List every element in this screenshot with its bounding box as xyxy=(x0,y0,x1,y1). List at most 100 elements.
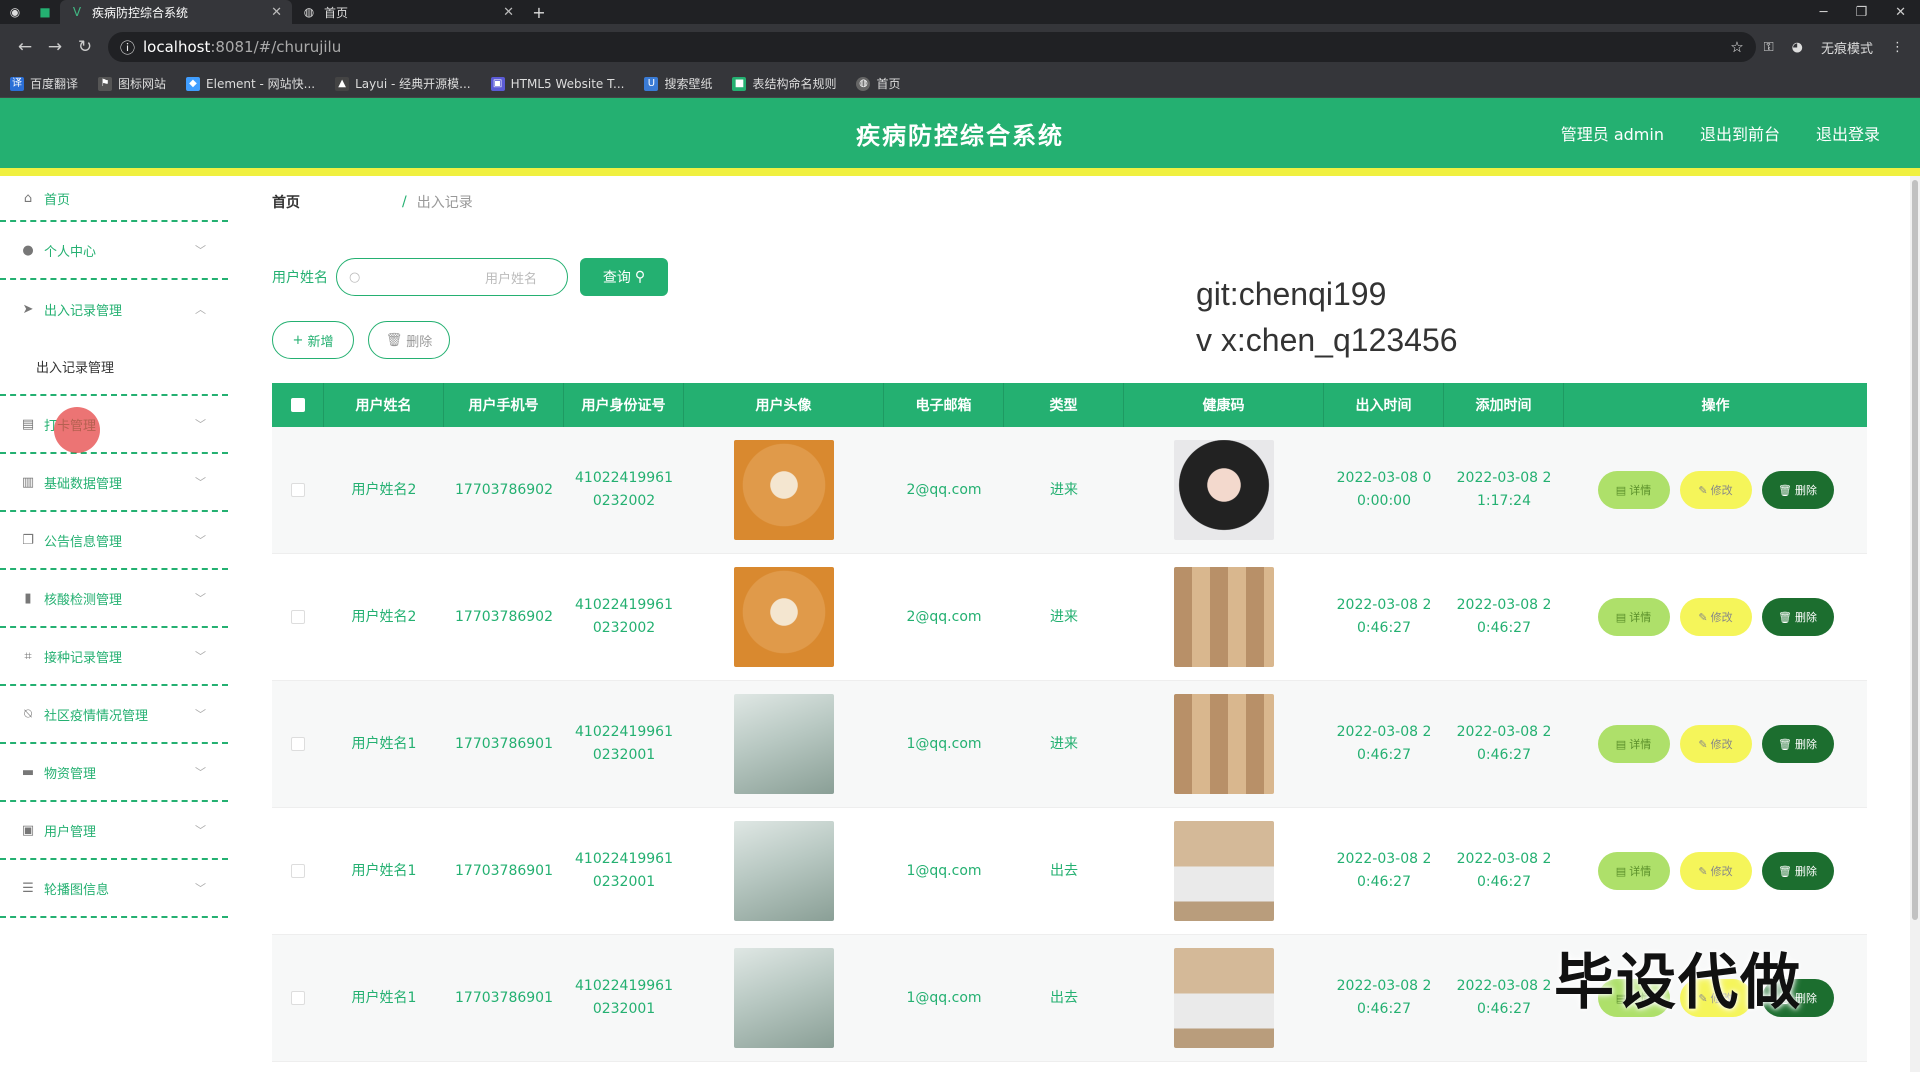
row-select-cell[interactable] xyxy=(272,935,324,1061)
delete-button[interactable]: 🗑 删除 xyxy=(1761,852,1834,890)
info-icon: ⓘ xyxy=(120,38,136,57)
minimize-icon[interactable]: ─ xyxy=(1820,5,1828,20)
row-checkbox[interactable] xyxy=(291,483,305,497)
col-header: 用户姓名 xyxy=(324,383,444,427)
edit-button[interactable]: ✎ 修改 xyxy=(1679,852,1752,890)
clock-icon: ▤ xyxy=(21,416,35,432)
tab-home[interactable]: ◍ 首页 ✕ xyxy=(292,0,524,24)
sidebar-item-notice[interactable]: ❐ 公告信息管理 ﹀ xyxy=(0,512,228,570)
sidebar-item-community[interactable]: ⍉ 社区疫情情况管理 ﹀ xyxy=(0,686,228,744)
col-header: 出入时间 xyxy=(1324,383,1444,427)
close-tab-icon[interactable]: ✕ xyxy=(271,5,282,20)
add-button[interactable]: + 新增 xyxy=(272,321,354,359)
detail-button[interactable]: ▤ 详情 xyxy=(1597,471,1670,509)
edit-button[interactable]: ✎ 修改 xyxy=(1679,471,1752,509)
url-field[interactable]: ⓘ localhost:8081/#/churujilu ☆ xyxy=(108,32,1756,62)
back-icon[interactable]: ← xyxy=(10,37,40,57)
avatar-image[interactable] xyxy=(734,694,834,794)
detail-label: 详情 xyxy=(1629,483,1652,497)
select-all-cell[interactable] xyxy=(272,383,324,427)
row-select-cell[interactable] xyxy=(272,681,324,807)
bookmark[interactable]: U 搜索壁纸 xyxy=(644,75,712,92)
sidebar-subitem-access[interactable]: 出入记录管理 xyxy=(0,338,228,396)
row-checkbox[interactable] xyxy=(291,864,305,878)
avatar-image[interactable] xyxy=(734,567,834,667)
row-checkbox[interactable] xyxy=(291,991,305,1005)
row-select-cell[interactable] xyxy=(272,427,324,553)
page-scrollbar[interactable] xyxy=(1910,176,1920,1072)
bookmark[interactable]: 译百度翻译 xyxy=(10,75,78,92)
tab-system[interactable]: V 疾病防控综合系统 ✕ xyxy=(60,0,292,24)
sidebar-item-label: 首页 xyxy=(44,192,71,208)
sidebar-item-vaccine[interactable]: ⌗ 接种记录管理 ﹀ xyxy=(0,628,228,686)
bookmark[interactable]: ⚑ 图标网站 xyxy=(98,75,166,92)
detail-button[interactable]: ▤ 详情 xyxy=(1597,725,1670,763)
username-search-input[interactable]: ○ 用户姓名 xyxy=(336,258,568,296)
new-tab-icon[interactable]: + xyxy=(530,3,548,22)
slider-icon: ☰ xyxy=(22,880,34,896)
sidebar-item-label: 个人中心 xyxy=(44,244,97,260)
bookmarks-bar: 译百度翻译 ⚑ 图标网站 ◆ Element - 网站快... ▲ Layui - 经… xyxy=(0,70,1920,98)
health-code-image[interactable] xyxy=(1174,948,1274,1048)
to-front-link[interactable]: 退出到前台 xyxy=(1700,121,1780,145)
delete-button[interactable]: 🗑 删除 xyxy=(1761,471,1834,509)
edit-button[interactable]: ✎ 修改 xyxy=(1679,598,1752,636)
close-tab-icon[interactable]: ✕ xyxy=(503,5,514,20)
avatar-image[interactable] xyxy=(734,440,834,540)
bookmark[interactable]: ◆ Element - 网站快... xyxy=(186,75,315,92)
batch-delete-button[interactable]: 🗑 删除 xyxy=(368,321,450,359)
select-all-checkbox[interactable] xyxy=(290,398,305,412)
bookmark[interactable]: ▣ HTML5 Website T... xyxy=(490,76,624,91)
forward-icon[interactable]: → xyxy=(40,37,70,57)
close-window-icon[interactable]: ✕ xyxy=(1895,5,1906,20)
health-code-image[interactable] xyxy=(1174,821,1274,921)
sidebar-item-users[interactable]: ▣ 用户管理 ﹀ xyxy=(0,802,228,860)
cell-type: 出去 xyxy=(1004,935,1124,1061)
star-icon[interactable]: ☆ xyxy=(1730,38,1743,56)
delete-button[interactable]: 🗑 删除 xyxy=(1761,598,1834,636)
cell-added-time: 2022-03-08 2 0:46:27 xyxy=(1444,808,1564,934)
sidebar-item-supplies[interactable]: ▬ 物资管理 ﹀ xyxy=(0,744,228,802)
bookmark[interactable]: ■ 表结构命名规则 xyxy=(732,75,836,92)
restore-icon[interactable]: ❐ xyxy=(1855,5,1867,20)
bookmark[interactable]: ◍ 首页 xyxy=(856,75,901,92)
main-content: 首页 / 出入记录 用户姓名 ○ 用户姓名 查询 ⚲ + 新增 🗑 删除 git:ch… xyxy=(254,176,1884,1072)
logout-link[interactable]: 退出登录 xyxy=(1816,121,1880,145)
time-line: 2022-03-08 2 xyxy=(1456,978,1552,994)
edit-label: 修改 xyxy=(1710,737,1733,751)
incognito-label[interactable]: 无痕模式 xyxy=(1821,38,1873,57)
avatar-image[interactable] xyxy=(734,948,834,1048)
time-line: 2022-03-08 0 xyxy=(1336,470,1432,486)
avatar-image[interactable] xyxy=(734,821,834,921)
delete-button[interactable]: 🗑 删除 xyxy=(1761,725,1834,763)
sidebar-item-profile[interactable]: ● 个人中心 ﹀ xyxy=(0,222,228,280)
health-code-image[interactable] xyxy=(1174,440,1274,540)
sidebar-item-home[interactable]: ⌂ 首页 xyxy=(0,176,228,222)
sidebar-item-carousel[interactable]: ☰ 轮播图信息 ﹀ xyxy=(0,860,228,918)
edit-button[interactable]: ✎ 修改 xyxy=(1679,725,1752,763)
cell-phone: 17703786902 xyxy=(444,554,564,680)
sidebar-item-basedata[interactable]: ▥ 基础数据管理 ﹀ xyxy=(0,454,228,512)
detail-button[interactable]: ▤ 详情 xyxy=(1597,598,1670,636)
health-code-image[interactable] xyxy=(1174,694,1274,794)
row-checkbox[interactable] xyxy=(291,610,305,624)
sidebar-item-access[interactable]: ➤ 出入记录管理 ︿ xyxy=(0,280,228,338)
health-code-image[interactable] xyxy=(1174,567,1274,667)
sidebar-item-checkin[interactable]: ▤打卡管理﹀ xyxy=(0,396,228,454)
scrollbar-thumb[interactable] xyxy=(1912,180,1918,920)
table-row: 用户姓名2 17703786902 41022419961 0232002 2@qq.c… xyxy=(272,427,1867,554)
bookmark[interactable]: ▲ Layui - 经典开源模... xyxy=(335,75,471,92)
row-select-cell[interactable] xyxy=(272,554,324,680)
sidebar-item-nucleic[interactable]: ▮ 核酸检测管理 ﹀ xyxy=(0,570,228,628)
phone-text: 17703786901 xyxy=(455,862,553,879)
reload-icon[interactable]: ↻ xyxy=(70,37,100,57)
home-icon: ⌂ xyxy=(23,190,33,206)
menu-icon[interactable]: ⋮ xyxy=(1891,40,1904,55)
row-select-cell[interactable] xyxy=(272,808,324,934)
query-button[interactable]: 查询 ⚲ xyxy=(580,258,668,296)
key-icon[interactable]: ⚿ xyxy=(1764,40,1774,55)
row-checkbox[interactable] xyxy=(291,737,305,751)
detail-button[interactable]: ▤ 详情 xyxy=(1597,852,1670,890)
breadcrumb-home[interactable]: 首页 xyxy=(272,192,392,212)
idcard-line: 41022419961 xyxy=(575,470,673,486)
